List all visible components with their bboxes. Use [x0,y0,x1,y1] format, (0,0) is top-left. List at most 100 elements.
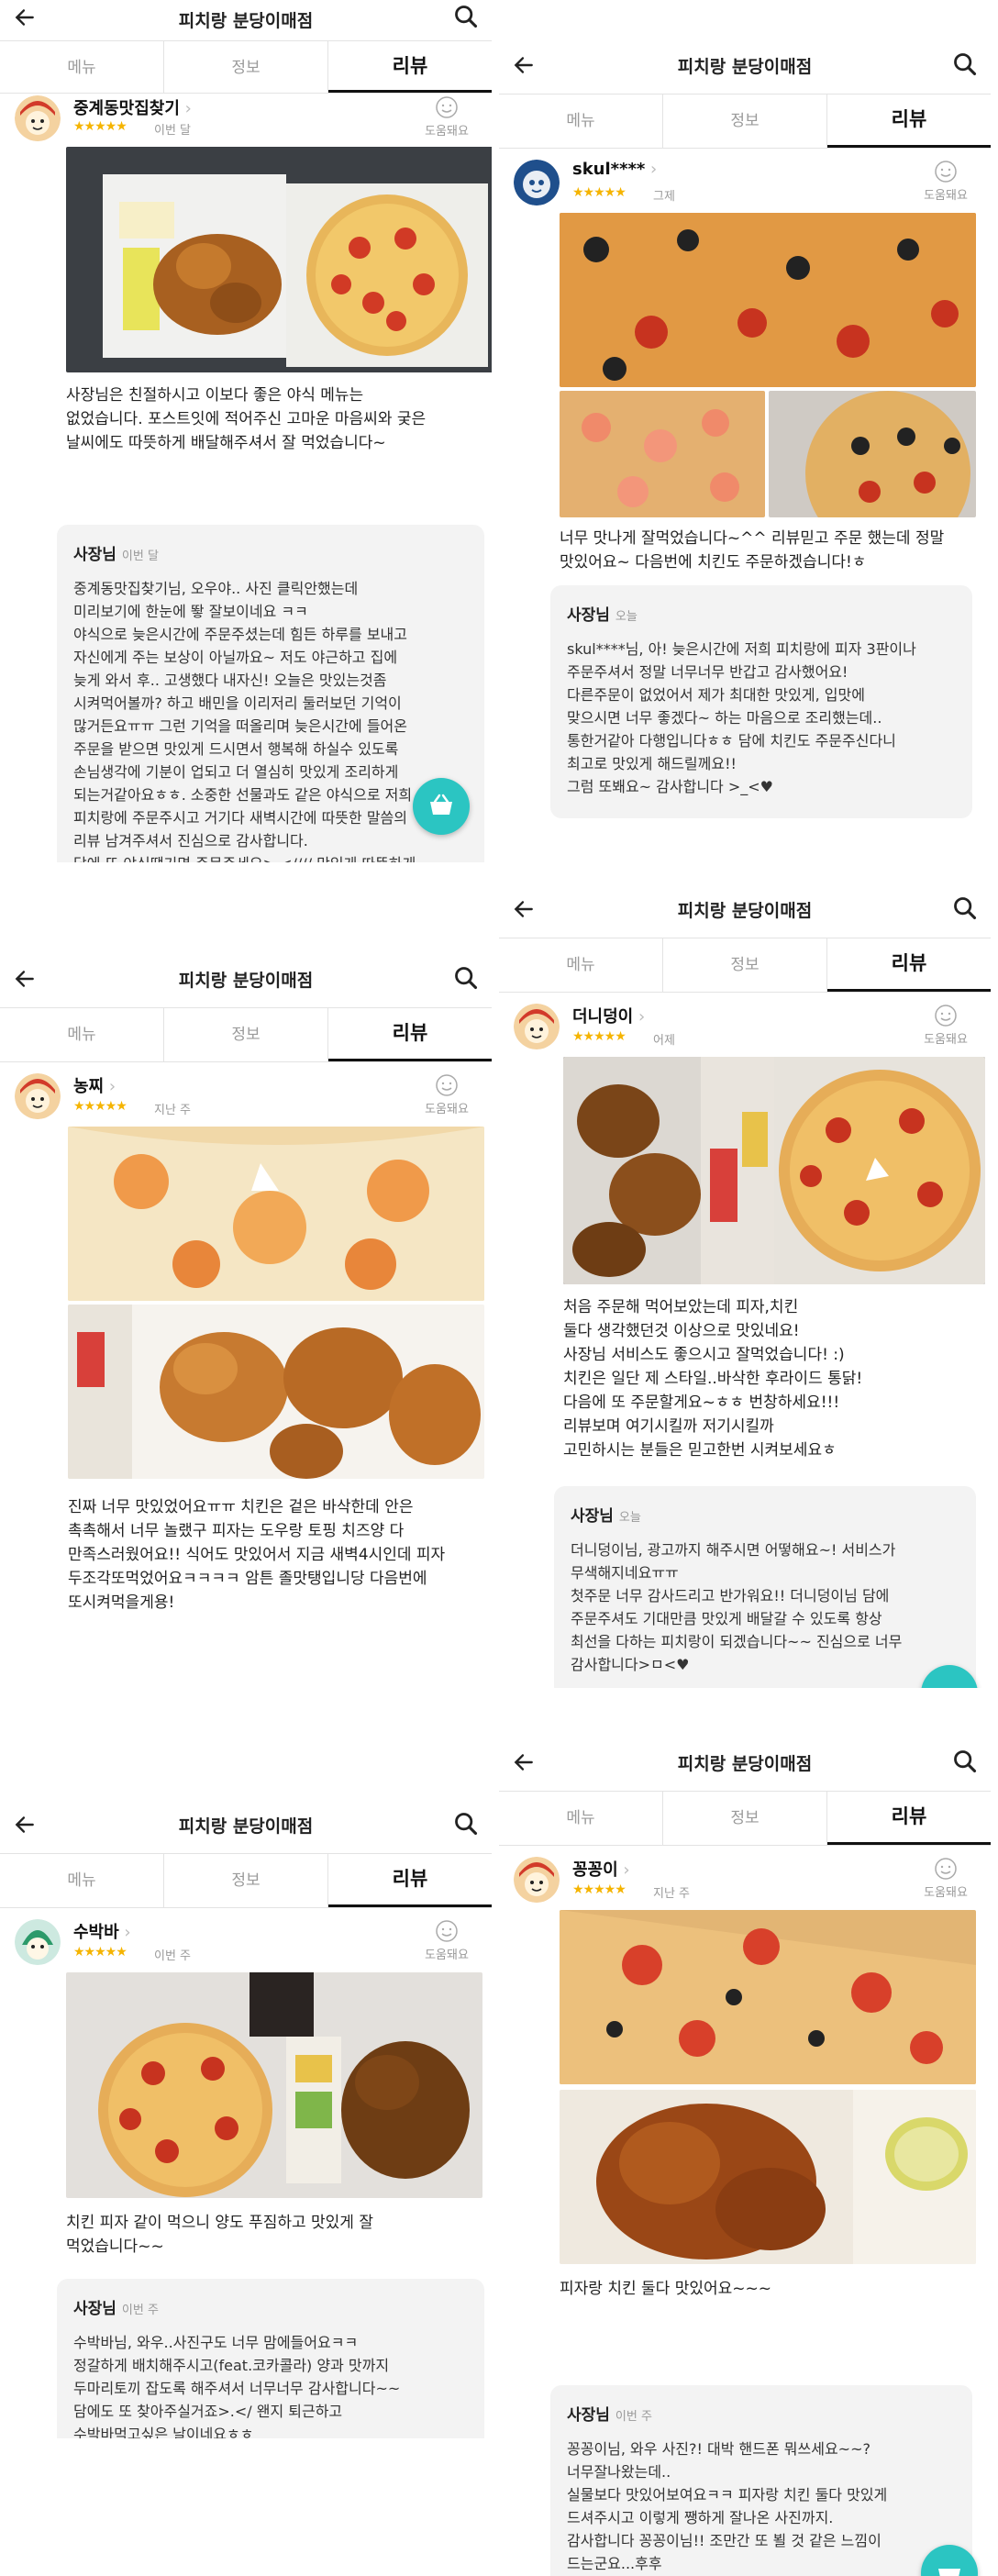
store-title: 피치랑 분당이매점 [677,57,813,77]
helpful-label: 도움돼요 [425,1103,469,1116]
tab-reviews[interactable]: 리뷰 [827,94,991,148]
review-photos [66,1972,482,2198]
tab-info[interactable]: 정보 [164,41,328,93]
store-title: 피치랑 분당이매점 [178,11,314,31]
helpful-button[interactable]: 도움돼요 [914,160,978,203]
owner-label: 사장님 이번 주 [73,2300,159,2318]
owner-label: 사장님 오늘 [567,606,638,625]
tab-menu[interactable]: 메뉴 [499,1792,663,1845]
smile-icon [935,1858,957,1880]
smile-icon [935,161,957,183]
owner-label: 사장님 오늘 [571,1507,641,1526]
review-date: 어제 [653,1034,675,1048]
review-photo[interactable] [560,213,976,387]
review-text: 처음 주문해 먹어보았는데 피자,치킨 둘다 생각했던것 이상으로 맛있네요! … [563,1298,863,1460]
tab-reviews[interactable]: 리뷰 [328,41,492,93]
helpful-button[interactable]: 도움돼요 [914,1004,978,1047]
review-item: 중계동맛집찾기 ★★★★★ 이번 달 도움돼요 사장님은 친절하시고 이보다 좋… [0,94,492,862]
basket-icon [938,2569,960,2576]
screenshot-panel-2: 피치랑 분당이매점 메뉴 정보 리뷰 skul**** ★★★★★ 그제 도움돼… [499,37,991,826]
top-bar: 피치랑 분당이매점 [0,1796,492,1853]
review-photo[interactable] [563,1057,985,1284]
avatar[interactable] [514,1857,560,1903]
helpful-button[interactable]: 도움돼요 [415,1919,479,1962]
top-bar: 피치랑 분당이매점 [0,950,492,1007]
tab-reviews[interactable]: 리뷰 [328,1854,492,1907]
avatar[interactable] [514,1004,560,1049]
helpful-label: 도움돼요 [924,189,968,203]
avatar[interactable] [514,160,560,205]
reviewer-name[interactable]: 수박바 [73,1919,131,1943]
review-photo[interactable] [560,1910,976,2084]
review-header: 농찌 ★★★★★ 지난 주 도움돼요 [9,1062,482,1127]
avatar[interactable] [15,1919,61,1965]
top-bar: 피치랑 분당이매점 [499,37,991,94]
review-photos [560,213,976,517]
review-photos [68,1127,484,1479]
review-photo[interactable] [769,391,976,517]
tab-menu[interactable]: 메뉴 [0,1008,164,1061]
tab-info[interactable]: 정보 [663,94,827,148]
helpful-label: 도움돼요 [425,125,469,139]
tab-bar: 메뉴 정보 리뷰 [0,1007,492,1062]
review-date: 그제 [653,190,675,204]
review-photo[interactable] [560,2090,976,2264]
store-title: 피치랑 분당이매점 [178,1816,314,1837]
search-icon[interactable] [453,4,479,29]
owner-label: 사장님 이번 달 [73,546,159,564]
tab-reviews[interactable]: 리뷰 [827,1792,991,1845]
owner-reply-text: 더니덩이님, 광고까지 해주시면 어떻해요~! 서비스가 무색해지네요ㅠㅠ 첫주… [571,1541,903,1673]
tab-reviews[interactable]: 리뷰 [827,938,991,992]
smile-icon [436,1920,458,1942]
review-header: skul**** ★★★★★ 그제 도움돼요 [508,149,981,213]
tab-info[interactable]: 정보 [663,938,827,992]
screenshot-panel-5: 피치랑 분당이매점 메뉴 정보 리뷰 수박바 ★★★★★ 이번 주 도움돼요 치… [0,1796,492,2438]
reviewer-name[interactable]: skul**** [572,160,657,179]
review-photo[interactable] [66,147,492,372]
review-header: 수박바 ★★★★★ 이번 주 도움돼요 [9,1908,482,1972]
search-icon[interactable] [453,1811,479,1837]
reply-date: 이번 달 [121,550,159,563]
screenshot-panel-6: 피치랑 분당이매점 메뉴 정보 리뷰 꽁꽁이 ★★★★★ 지난 주 도움돼요 [499,1734,991,2576]
search-icon[interactable] [952,895,978,921]
tab-menu[interactable]: 메뉴 [0,41,164,93]
tab-info[interactable]: 정보 [164,1008,328,1061]
star-rating: ★★★★★ [73,1099,128,1114]
smile-icon [436,1074,458,1096]
reviewer-name[interactable]: 중계동맛집찾기 [73,95,192,119]
owner-reply: 사장님 이번 주 꽁꽁이님, 와우 사진?! 대박 핸드폰 뭐쓰세요~~? 너무잘… [550,2385,972,2576]
helpful-button[interactable]: 도움돼요 [415,1073,479,1116]
owner-reply: 사장님 이번 주 수박바님, 와우..사진구도 너무 맘에들어요ㅋㅋ 정갈하게 배… [57,2279,484,2438]
top-bar: 피치랑 분당이매점 [499,1734,991,1791]
review-photo[interactable] [68,1127,484,1301]
helpful-label: 도움돼요 [425,1949,469,1962]
search-icon[interactable] [453,965,479,991]
helpful-button[interactable]: 도움돼요 [415,95,479,139]
tab-info[interactable]: 정보 [164,1854,328,1907]
review-photo[interactable] [68,1305,484,1479]
owner-reply: 사장님 오늘 skul****님, 아! 늦은시간에 저희 피치랑에 피자 3판이… [550,585,972,818]
review-photo[interactable] [66,1972,482,2198]
search-icon[interactable] [952,1749,978,1774]
star-rating: ★★★★★ [572,1029,627,1044]
review-text: 피자랑 치킨 둘다 맛있어요~~~ [560,2280,771,2298]
search-icon[interactable] [952,51,978,77]
review-photo[interactable] [560,391,765,517]
tab-menu[interactable]: 메뉴 [499,938,663,992]
cart-button[interactable] [413,778,470,835]
reviewer-name[interactable]: 농찌 [73,1073,116,1097]
review-item: 농찌 ★★★★★ 지난 주 도움돼요 진짜 너무 맛있었어요ㅠㅠ 치킨은 겉은 … [0,1062,492,1615]
reviewer-name[interactable]: 꽁꽁이 [572,1857,630,1881]
tab-info[interactable]: 정보 [663,1792,827,1845]
reply-date: 오늘 [615,610,638,624]
tab-menu[interactable]: 메뉴 [499,94,663,148]
tab-bar: 메뉴 정보 리뷰 [499,1791,991,1846]
tab-reviews[interactable]: 리뷰 [328,1008,492,1061]
review-date: 지난 주 [154,1104,192,1117]
basket-icon [936,1679,963,1688]
reviewer-name[interactable]: 더니덩이 [572,1004,645,1027]
avatar[interactable] [15,1073,61,1119]
avatar[interactable] [15,95,61,141]
helpful-button[interactable]: 도움돼요 [914,1857,978,1900]
tab-menu[interactable]: 메뉴 [0,1854,164,1907]
